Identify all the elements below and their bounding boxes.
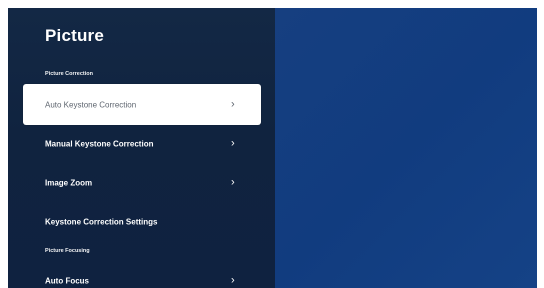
chevron-right-icon: › [231,136,235,149]
chevron-right-icon: › [231,97,235,110]
section-label-picture-correction: Picture Correction [45,71,93,77]
tv-screen: Picture Picture Correction Auto Keystone… [8,8,537,288]
settings-panel: Picture Picture Correction Auto Keystone… [8,8,275,288]
menu-item-label: Auto Keystone Correction [45,100,137,109]
menu-item-manual-keystone-correction[interactable]: Manual Keystone Correction › [23,123,261,164]
menu-item-keystone-correction-settings[interactable]: Keystone Correction Settings [23,201,261,242]
menu-item-image-zoom[interactable]: Image Zoom › [23,162,261,203]
menu-item-auto-focus[interactable]: Auto Focus › [23,260,261,288]
menu-item-label: Image Zoom [45,178,93,187]
page-title: Picture [45,26,105,45]
menu-item-label: Auto Focus [45,276,89,285]
preview-pane [275,8,537,288]
menu-item-auto-keystone-correction[interactable]: Auto Keystone Correction › [23,84,261,125]
section-label-picture-focusing: Picture Focusing [45,248,90,254]
menu-item-label: Manual Keystone Correction [45,139,154,148]
menu-item-label: Keystone Correction Settings [45,217,158,226]
chevron-right-icon: › [231,175,235,188]
chevron-right-icon: › [231,273,235,286]
